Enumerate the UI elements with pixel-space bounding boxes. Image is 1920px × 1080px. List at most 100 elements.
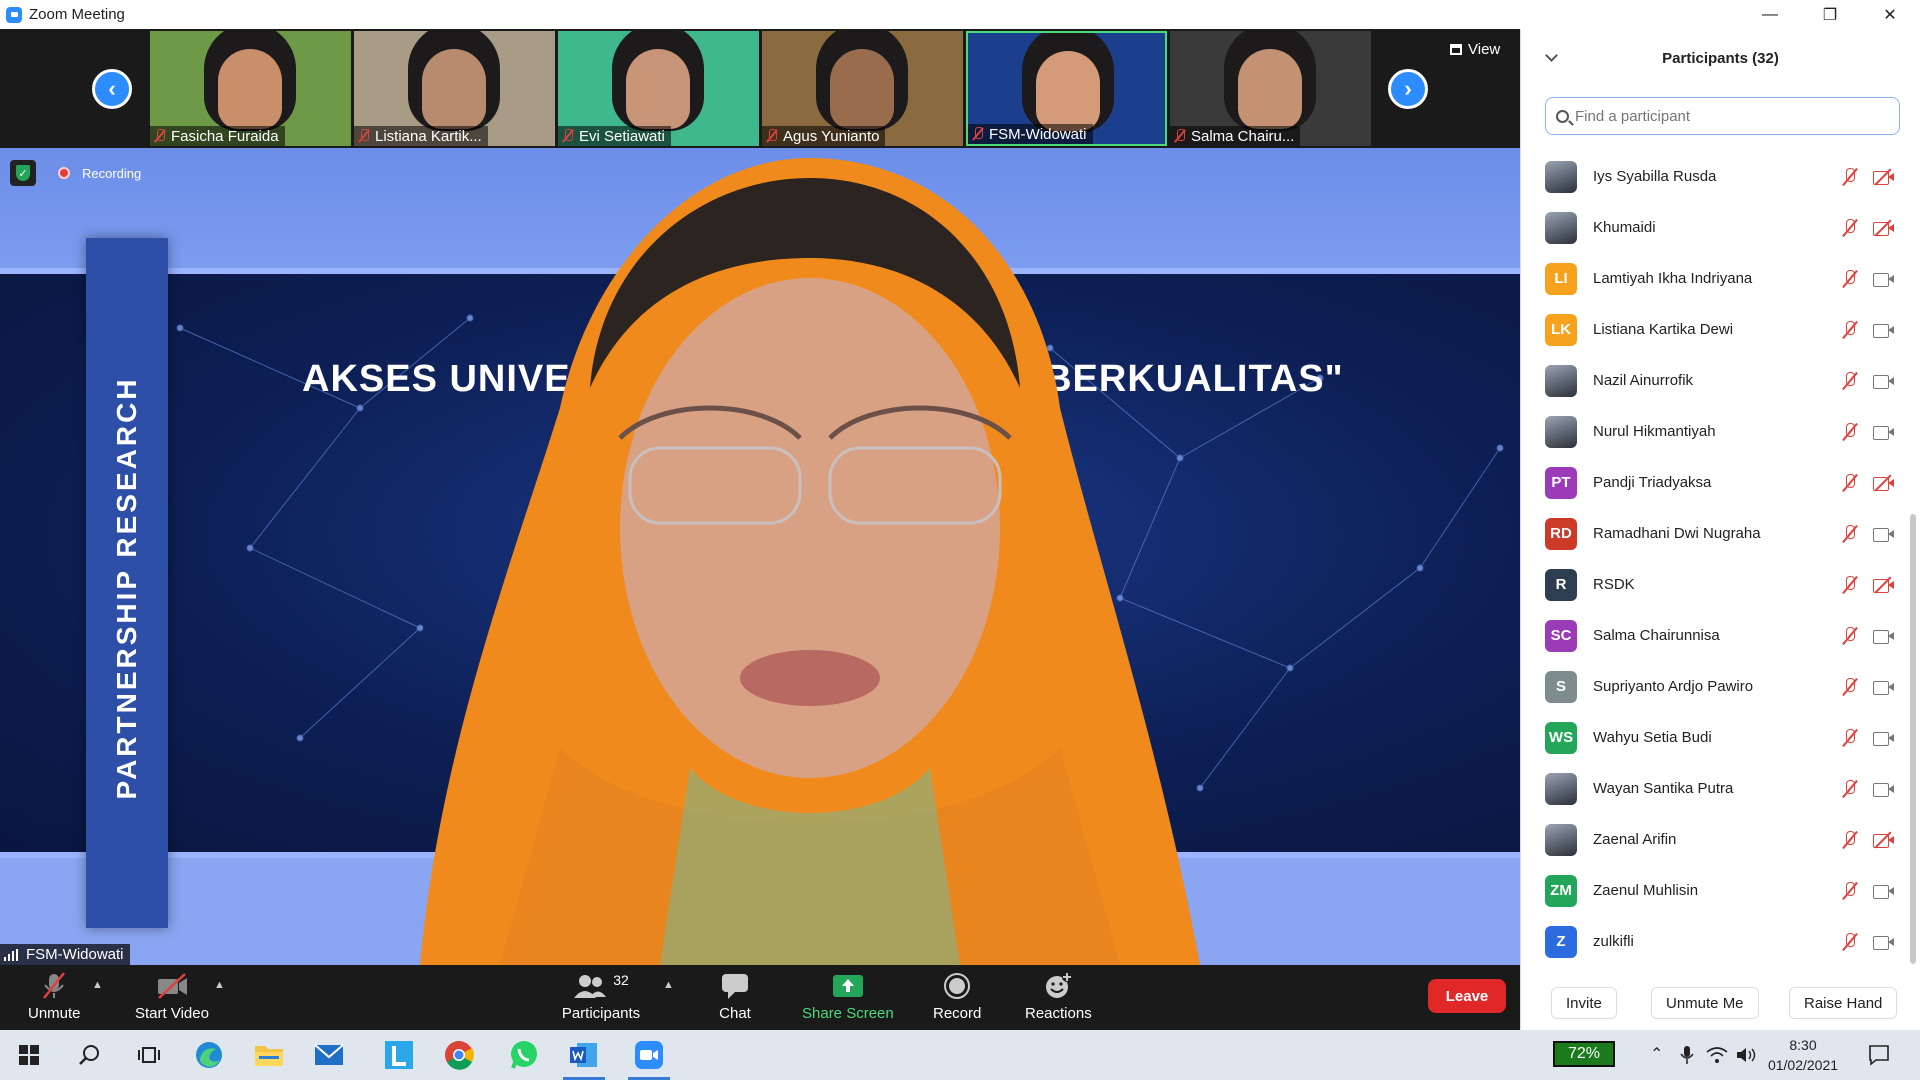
participant-row[interactable]: SC Salma Chairunnisa xyxy=(1521,610,1911,661)
audio-options-caret[interactable]: ▲ xyxy=(92,979,103,991)
participants-options-caret[interactable]: ▲ xyxy=(663,979,674,991)
unmute-me-button[interactable]: Unmute Me xyxy=(1651,987,1759,1019)
mic-muted-icon[interactable] xyxy=(1841,779,1859,799)
mic-muted-icon[interactable] xyxy=(1841,677,1859,697)
video-camera-icon[interactable] xyxy=(1873,373,1895,389)
participant-search-input[interactable] xyxy=(1575,107,1875,125)
reactions-button[interactable]: Reactions xyxy=(1025,971,1092,1022)
taskbar-edge[interactable] xyxy=(180,1030,238,1080)
video-camera-icon[interactable] xyxy=(1873,730,1895,746)
invite-button[interactable]: Invite xyxy=(1551,987,1617,1019)
tray-overflow-chevron-icon[interactable]: ⌃ xyxy=(1650,1044,1663,1064)
gallery-prev-button[interactable]: ‹ xyxy=(92,69,132,109)
participant-row[interactable]: LI Lamtiyah Ikha Indriyana xyxy=(1521,253,1911,304)
mic-muted-icon[interactable] xyxy=(1841,626,1859,646)
gallery-tile[interactable]: Fasicha Furaida xyxy=(150,31,351,146)
participant-row[interactable]: S Supriyanto Ardjo Pawiro xyxy=(1521,661,1911,712)
taskbar-mail[interactable] xyxy=(300,1030,358,1080)
participant-search-box[interactable] xyxy=(1545,97,1900,135)
video-options-caret[interactable]: ▲ xyxy=(214,979,225,991)
participant-row[interactable]: WS Wahyu Setia Budi xyxy=(1521,712,1911,763)
video-off-icon[interactable] xyxy=(1873,576,1895,593)
gallery-tile[interactable]: Salma Chairu... xyxy=(1170,31,1371,146)
taskbar-l-app[interactable] xyxy=(370,1030,428,1080)
participant-name: Lamtiyah Ikha Indriyana xyxy=(1593,270,1753,287)
microphone-tray-icon[interactable] xyxy=(1680,1045,1694,1065)
gallery-next-button[interactable]: › xyxy=(1388,69,1428,109)
taskbar-zoom[interactable] xyxy=(620,1030,678,1080)
video-camera-icon[interactable] xyxy=(1873,322,1895,338)
chat-label: Chat xyxy=(719,1005,751,1022)
encryption-shield-icon[interactable] xyxy=(10,160,36,186)
unmute-button[interactable]: Unmute xyxy=(28,971,81,1022)
participant-row[interactable]: PT Pandji Triadyaksa xyxy=(1521,457,1911,508)
participant-row[interactable]: Khumaidi xyxy=(1521,202,1911,253)
task-view-button[interactable] xyxy=(120,1030,178,1080)
minimize-button[interactable]: — xyxy=(1740,0,1800,29)
video-camera-icon[interactable] xyxy=(1873,781,1895,797)
mic-muted-icon[interactable] xyxy=(1841,371,1859,391)
participant-row[interactable]: ZM Zaenul Muhlisin xyxy=(1521,865,1911,916)
view-button[interactable]: View xyxy=(1450,41,1500,58)
collapse-chevron-icon[interactable] xyxy=(1545,49,1558,62)
mic-muted-icon[interactable] xyxy=(1841,881,1859,901)
leave-button[interactable]: Leave xyxy=(1428,979,1506,1013)
video-off-icon[interactable] xyxy=(1873,474,1895,491)
participant-row[interactable]: Iys Syabilla Rusda xyxy=(1521,151,1911,202)
record-button[interactable]: Record xyxy=(933,971,981,1022)
start-video-button[interactable]: Start Video xyxy=(135,971,209,1022)
taskbar-whatsapp[interactable] xyxy=(495,1030,553,1080)
mic-muted-icon[interactable] xyxy=(1841,218,1859,238)
mic-muted-icon[interactable] xyxy=(1841,932,1859,952)
video-off-icon[interactable] xyxy=(1873,219,1895,236)
participant-list-scrollbar[interactable] xyxy=(1910,514,1916,964)
video-off-icon[interactable] xyxy=(1873,168,1895,185)
participant-row[interactable]: LK Listiana Kartika Dewi xyxy=(1521,304,1911,355)
volume-icon[interactable] xyxy=(1736,1046,1758,1064)
gallery-tile[interactable]: FSM-Widowati xyxy=(966,31,1167,146)
participant-row[interactable]: RD Ramadhani Dwi Nugraha xyxy=(1521,508,1911,559)
taskbar-search-button[interactable] xyxy=(60,1030,118,1080)
mic-muted-icon[interactable] xyxy=(1841,422,1859,442)
video-camera-icon[interactable] xyxy=(1873,526,1895,542)
video-camera-icon[interactable] xyxy=(1873,883,1895,899)
video-camera-icon[interactable] xyxy=(1873,271,1895,287)
mic-muted-icon[interactable] xyxy=(1841,728,1859,748)
restore-button[interactable]: ❐ xyxy=(1800,0,1860,29)
wifi-icon[interactable] xyxy=(1706,1046,1728,1064)
start-button[interactable] xyxy=(0,1030,58,1080)
share-screen-button[interactable]: Share Screen xyxy=(802,971,894,1022)
taskbar-clock[interactable]: 8:30 01/02/2021 xyxy=(1760,1035,1846,1075)
video-camera-icon[interactable] xyxy=(1873,424,1895,440)
participant-row[interactable]: Wayan Santika Putra xyxy=(1521,763,1911,814)
video-off-icon[interactable] xyxy=(1873,831,1895,848)
avatar xyxy=(1545,211,1577,244)
gallery-tile[interactable]: Evi Setiawati xyxy=(558,31,759,146)
chat-button[interactable]: Chat xyxy=(718,971,752,1022)
participant-row[interactable]: Nazil Ainurrofik xyxy=(1521,355,1911,406)
video-camera-icon[interactable] xyxy=(1873,679,1895,695)
taskbar-file-explorer[interactable] xyxy=(240,1030,298,1080)
participant-row[interactable]: Zzulkifli xyxy=(1521,916,1911,967)
mic-muted-icon[interactable] xyxy=(1841,830,1859,850)
mic-muted-icon[interactable] xyxy=(1841,575,1859,595)
mic-muted-icon[interactable] xyxy=(1841,473,1859,493)
gallery-tile[interactable]: Agus Yunianto xyxy=(762,31,963,146)
raise-hand-button[interactable]: Raise Hand xyxy=(1789,987,1898,1019)
gallery-tile[interactable]: Listiana Kartik... xyxy=(354,31,555,146)
video-camera-icon[interactable] xyxy=(1873,934,1895,950)
video-camera-icon[interactable] xyxy=(1873,628,1895,644)
participant-row[interactable]: R RSDK xyxy=(1521,559,1911,610)
mic-muted-icon[interactable] xyxy=(1841,524,1859,544)
close-button[interactable]: ✕ xyxy=(1860,0,1920,29)
taskbar-chrome[interactable] xyxy=(430,1030,488,1080)
mic-muted-icon[interactable] xyxy=(1841,167,1859,187)
participants-button[interactable]: 32 Participants xyxy=(561,971,641,1022)
participant-row[interactable]: Nurul Hikmantiyah xyxy=(1521,406,1911,457)
taskbar-word[interactable] xyxy=(555,1030,613,1080)
notification-center-button[interactable] xyxy=(1850,1030,1908,1080)
mic-muted-icon[interactable] xyxy=(1841,320,1859,340)
battery-indicator[interactable]: 72% xyxy=(1553,1041,1615,1067)
participant-row[interactable]: Zaenal Arifin xyxy=(1521,814,1911,865)
mic-muted-icon[interactable] xyxy=(1841,269,1859,289)
